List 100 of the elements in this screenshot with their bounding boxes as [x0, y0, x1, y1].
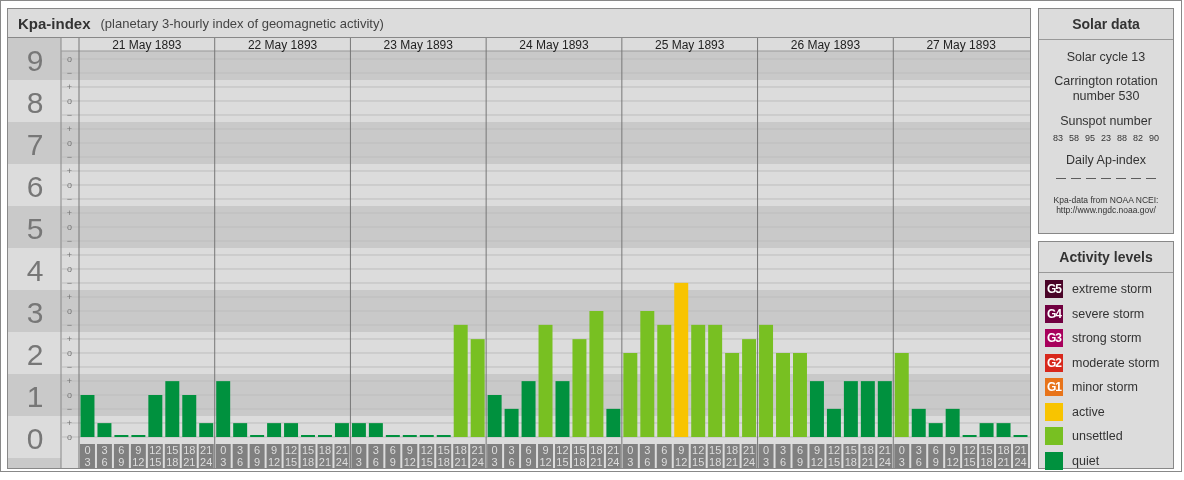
scale-mark: o [67, 54, 72, 64]
scale-label: 8 [26, 86, 44, 119]
x-tick-label: 0 3 [355, 444, 362, 468]
sunspot-value: 23 [1101, 133, 1111, 143]
level-badge: G2 [1045, 353, 1063, 372]
x-tick-label: 6 9 [118, 444, 125, 468]
x-tick-label: 6 9 [254, 444, 261, 468]
sunspot-value: 83 [1052, 133, 1063, 143]
hour-label: 18 21 [860, 444, 876, 468]
x-tick-label: 0 3 [220, 444, 227, 468]
hour-label: 12 15 [962, 444, 978, 468]
level-label: moderate storm [1072, 355, 1160, 370]
ap-index-value: — [1056, 172, 1066, 183]
x-tick-label: 6 9 [661, 444, 668, 468]
hour-label: 0 3 [351, 444, 367, 468]
solar-cycle-text: Solar cycle 13 [1066, 50, 1146, 64]
ap-index-value: — [1116, 172, 1126, 183]
scale-mark: + [66, 124, 73, 134]
scale-mark: − [66, 68, 73, 78]
ap-index-title: Daily Ap-index [1066, 153, 1146, 167]
scale-mark: o [67, 180, 72, 190]
scale-label: 7 [26, 128, 44, 161]
scale-mark: − [66, 362, 73, 372]
sunspot-value: 88 [1117, 133, 1127, 143]
date-label: 25 May 1893 [655, 38, 725, 52]
x-tick-label: 3 6 [779, 444, 787, 468]
scale-mark: − [66, 152, 73, 162]
date-label: 24 May 1893 [519, 38, 589, 52]
scale-label: 6 [26, 170, 44, 203]
sunspot-value: 58 [1068, 133, 1079, 143]
scale-label: 5 [26, 212, 44, 245]
x-tick-label: 6 9 [796, 444, 804, 468]
x-tick-label: 3 6 [372, 444, 379, 468]
level-label: active [1072, 404, 1105, 419]
ap-index-value: — [1086, 172, 1096, 183]
scale-mark: + [66, 334, 73, 344]
source-text: Kpa-data from NOAA NCEI: [1053, 195, 1159, 205]
hour-label: 18 21 [996, 444, 1012, 468]
hour-label: 12 15 [826, 444, 842, 468]
level-label: minor storm [1072, 380, 1138, 395]
scale-label: 3 [26, 296, 44, 329]
scale-mark: − [66, 110, 73, 120]
scale-label: 1 [26, 380, 44, 413]
level-badge: G4 [1045, 304, 1063, 323]
scale-mark: + [66, 208, 73, 218]
scale-mark: o [67, 222, 72, 232]
hour-label: 3 6 [504, 444, 520, 468]
scale-label: 2 [26, 338, 44, 371]
level-label: quiet [1072, 453, 1100, 468]
scale-mark: o [67, 390, 72, 400]
hour-label: 3 6 [368, 444, 384, 468]
level-label: unsettled [1072, 429, 1123, 444]
hour-label: 18 21 [453, 444, 469, 468]
x-tick-label: 3 6 [101, 444, 108, 468]
hour-label: 6 9 [521, 444, 537, 468]
hour-label: 12 15 [555, 444, 570, 468]
scale-mark: + [66, 418, 73, 428]
ap-index-value: — [1131, 172, 1141, 183]
x-tick-label: 3 6 [237, 444, 244, 468]
level-badge: G5 [1045, 280, 1063, 299]
hour-label: 21 24 [334, 444, 350, 468]
panel-title: Activity levels [1039, 242, 1173, 273]
scale-mark: + [66, 166, 73, 176]
scale-mark: + [66, 292, 73, 302]
hour-label: 3 6 [911, 444, 927, 468]
hour-label: 6 9 [928, 444, 944, 468]
scale-mark: o [67, 264, 72, 274]
hour-label: 21 24 [1013, 444, 1028, 468]
x-tick-label: 6 9 [389, 444, 396, 468]
scale-mark: o [67, 432, 72, 442]
ap-index-value: — [1146, 172, 1156, 183]
hour-label: 6 9 [385, 444, 401, 468]
x-tick-label: 6 9 [525, 444, 532, 468]
hour-label: 15 18 [436, 444, 452, 468]
hour-label: 0 3 [487, 444, 503, 468]
scale-mark: − [66, 194, 73, 204]
date-label: 22 May 1893 [247, 38, 318, 52]
carrington-rotation-text: Carrington rotation number 530 [1053, 74, 1159, 104]
scale-mark: + [66, 376, 73, 386]
hour-label: 15 18 [979, 444, 995, 468]
date-label: 21 May 1893 [112, 38, 182, 52]
source-url: http://www.ngdc.noaa.gov/ [1056, 205, 1156, 215]
panel-title: Solar data [1039, 9, 1173, 40]
ap-index-value: — [1071, 172, 1081, 183]
x-tick-label: 0 3 [762, 444, 770, 468]
hour-label: 21 24 [470, 444, 486, 468]
hour-label: 9 12 [809, 444, 825, 468]
x-tick-label: 0 3 [627, 444, 634, 468]
level-label: extreme storm [1072, 282, 1152, 297]
hour-label: 15 18 [843, 444, 859, 468]
level-label: severe storm [1072, 306, 1145, 321]
scale-label: 0 [26, 422, 44, 455]
date-label: 23 May 1893 [383, 38, 453, 52]
date-label: 27 May 1893 [926, 38, 996, 52]
hour-label: 9 12 [945, 444, 961, 468]
sunspot-value: 82 [1133, 133, 1144, 143]
scale-mark: o [67, 96, 72, 106]
scale-label: 4 [26, 254, 44, 287]
scale-mark: o [67, 348, 72, 358]
panel-title: Kpa-index [18, 14, 91, 32]
